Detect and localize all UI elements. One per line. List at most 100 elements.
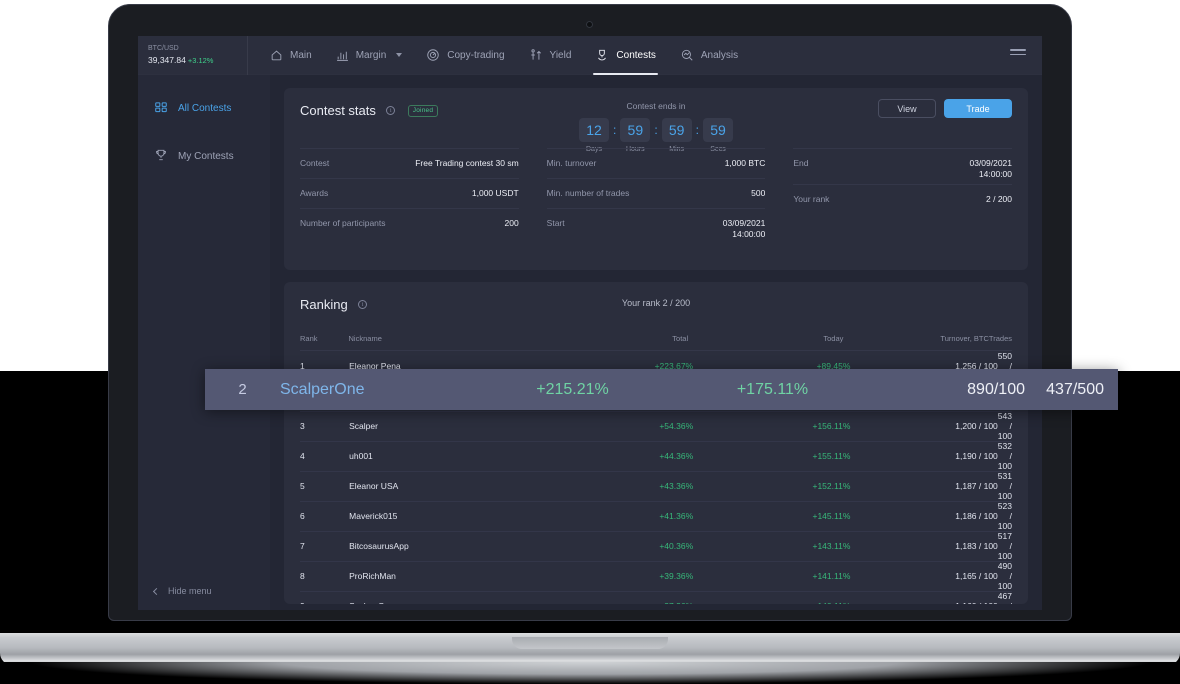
cell-rank: 2 <box>238 381 247 398</box>
table-row[interactable]: 9 ScalperOne +37.36% +140.11% 1,160 / 10… <box>300 591 1012 604</box>
hamburger-bar <box>1010 53 1026 56</box>
stat-key: Number of participants <box>300 218 386 228</box>
ticker-price: 39,347.84 <box>148 55 186 65</box>
your-rank-label: Your rank 2 / 200 <box>621 298 691 308</box>
trophy-icon <box>154 148 168 165</box>
card-actions: View Trade <box>878 99 1012 118</box>
nav-label: Main <box>290 49 312 61</box>
stat-key: Start <box>546 218 565 228</box>
cell-trades: 543 / 100 <box>997 411 1012 441</box>
chevron-down-icon[interactable] <box>396 53 403 57</box>
cell-trades: 517 / 100 <box>997 531 1012 561</box>
home-icon <box>270 49 283 62</box>
stat-row: Min. number of trades 500 <box>546 178 766 208</box>
stat-row: Contest Free Trading contest 30 sm <box>300 148 519 178</box>
chevron-left-icon <box>152 587 161 595</box>
countdown-value: 59 <box>620 118 651 142</box>
ranking-card: Ranking i Your rank 2 / 200 Rank Nicknam… <box>284 282 1028 604</box>
hamburger-icon[interactable] <box>1010 49 1026 59</box>
cell-turnover: 1,187 / 100 <box>955 481 998 491</box>
sidebar-item-my-contests[interactable]: My Contests <box>138 141 269 171</box>
table-row[interactable]: 7 BitcosaurusApp +40.36% +143.11% 1,183 … <box>300 531 1012 561</box>
cell-today: +140.11% <box>693 601 850 604</box>
stat-row: Your rank 2 / 200 <box>793 184 1013 214</box>
stat-value: 1,000 BTC <box>724 158 766 168</box>
stat-value: 200 <box>504 218 519 228</box>
laptop-base-shadow <box>0 662 1180 684</box>
cell-nickname: ProRichMan <box>349 571 396 581</box>
cell-total: +37.36% <box>536 601 693 604</box>
table-row[interactable]: 4 uh001 +44.36% +155.11% 1,190 / 100 532… <box>300 441 1012 471</box>
countdown-separator: : <box>612 123 617 137</box>
sidebar: All Contests My Contests Hide menu <box>138 75 270 610</box>
ranking-table-header: Rank Nickname Total Today Turnover, BTC … <box>300 334 1012 351</box>
cell-today: +143.11% <box>812 541 851 551</box>
stat-key: Min. number of trades <box>546 188 630 198</box>
people-icon <box>529 48 543 62</box>
nav-label: Yield <box>549 49 572 61</box>
countdown-value: 59 <box>661 118 692 142</box>
hide-menu-button[interactable]: Hide menu <box>152 586 212 596</box>
cell-today: +145.11% <box>812 511 851 521</box>
table-row[interactable]: 3 Scalper +54.36% +156.11% 1,200 / 100 5… <box>300 411 1012 441</box>
nav-item-copy-trading[interactable]: Copy-trading <box>414 36 516 75</box>
analysis-icon <box>680 48 694 62</box>
stat-row: Start 03/09/2021 14:00:00 <box>546 208 766 244</box>
cell-total: +215.21% <box>536 380 609 398</box>
highlighted-rank-row-zoom[interactable]: 2 ScalperOne +215.21% +175.11% 890/100 4… <box>205 369 1118 410</box>
cell-today: +155.11% <box>812 451 851 461</box>
cell-turnover: 890/100 <box>967 380 1025 398</box>
stat-value: 2 / 200 <box>986 194 1013 204</box>
cell-trades: 467 / 100 <box>997 591 1012 604</box>
cell-nickname: Scalper <box>349 421 378 431</box>
stats-column-1: Contest Free Trading contest 30 sm Award… <box>300 148 533 244</box>
sidebar-item-label: All Contests <box>178 102 232 114</box>
cell-total: +43.36% <box>659 481 694 491</box>
stat-row: Min. turnover 1,000 BTC <box>546 148 766 178</box>
stat-value: 03/09/2021 14:00:00 <box>969 158 1013 179</box>
cell-nickname: Eleanor USA <box>349 481 399 491</box>
table-row[interactable]: 5 Eleanor USA +43.36% +152.11% 1,187 / 1… <box>300 471 1012 501</box>
cell-turnover: 1,160 / 100 <box>850 601 998 604</box>
contest-stats-card: Contest stats i Joined Contest ends in 1… <box>284 88 1028 270</box>
stat-row: End 03/09/2021 14:00:00 <box>793 148 1013 184</box>
cell-nickname: Maverick015 <box>349 511 398 521</box>
nav-item-contests[interactable]: Contests <box>583 36 667 75</box>
view-button[interactable]: View <box>878 99 936 118</box>
table-row[interactable]: 8 ProRichMan +39.36% +141.11% 1,165 / 10… <box>300 561 1012 591</box>
countdown-separator: : <box>654 123 658 137</box>
cell-turnover: 1,190 / 100 <box>955 451 998 461</box>
nav-label: Contests <box>616 49 656 61</box>
cell-turnover: 1,165 / 100 <box>955 571 998 581</box>
stat-value: 03/09/2021 14:00:00 <box>722 218 766 239</box>
nav-item-main[interactable]: Main <box>258 36 324 75</box>
cell-today: +141.11% <box>812 571 851 581</box>
stat-value: Free Trading contest 30 sm <box>415 158 519 168</box>
cell-today: +152.11% <box>812 481 851 491</box>
nav-label: Margin <box>355 49 387 61</box>
cell-rank: 6 <box>300 511 305 521</box>
column-header-today: Today <box>823 334 844 343</box>
table-row[interactable]: 6 Maverick015 +41.36% +145.11% 1,186 / 1… <box>300 501 1012 531</box>
cell-total: +39.36% <box>659 571 694 581</box>
cell-turnover: 1,183 / 100 <box>955 541 998 551</box>
nav-item-analysis[interactable]: Analysis <box>668 36 750 75</box>
sidebar-item-label: My Contests <box>178 150 234 162</box>
cell-rank: 7 <box>300 541 305 551</box>
cell-trades: 490 / 100 <box>997 561 1012 591</box>
ticker-change: +3.12% <box>187 56 214 65</box>
column-header-turnover: Turnover, BTC <box>940 334 989 343</box>
nav-item-margin[interactable]: Margin <box>324 36 415 75</box>
cell-nickname: uh001 <box>349 451 373 461</box>
nav-item-yield[interactable]: Yield <box>517 36 584 75</box>
stat-value: 500 <box>751 188 766 198</box>
cell-rank: 8 <box>300 571 305 581</box>
main-content: Contest stats i Joined Contest ends in 1… <box>270 75 1042 610</box>
cell-total: +40.36% <box>659 541 694 551</box>
sidebar-item-all-contests[interactable]: All Contests <box>138 93 269 123</box>
ticker-btc-usd[interactable]: BTC/USD 39,347.84 +3.12% <box>138 36 248 75</box>
cell-rank: 9 <box>300 601 349 604</box>
cell-trades: 532 / 100 <box>997 441 1012 471</box>
trade-button[interactable]: Trade <box>944 99 1012 118</box>
cell-trades: 531 / 100 <box>997 471 1012 501</box>
